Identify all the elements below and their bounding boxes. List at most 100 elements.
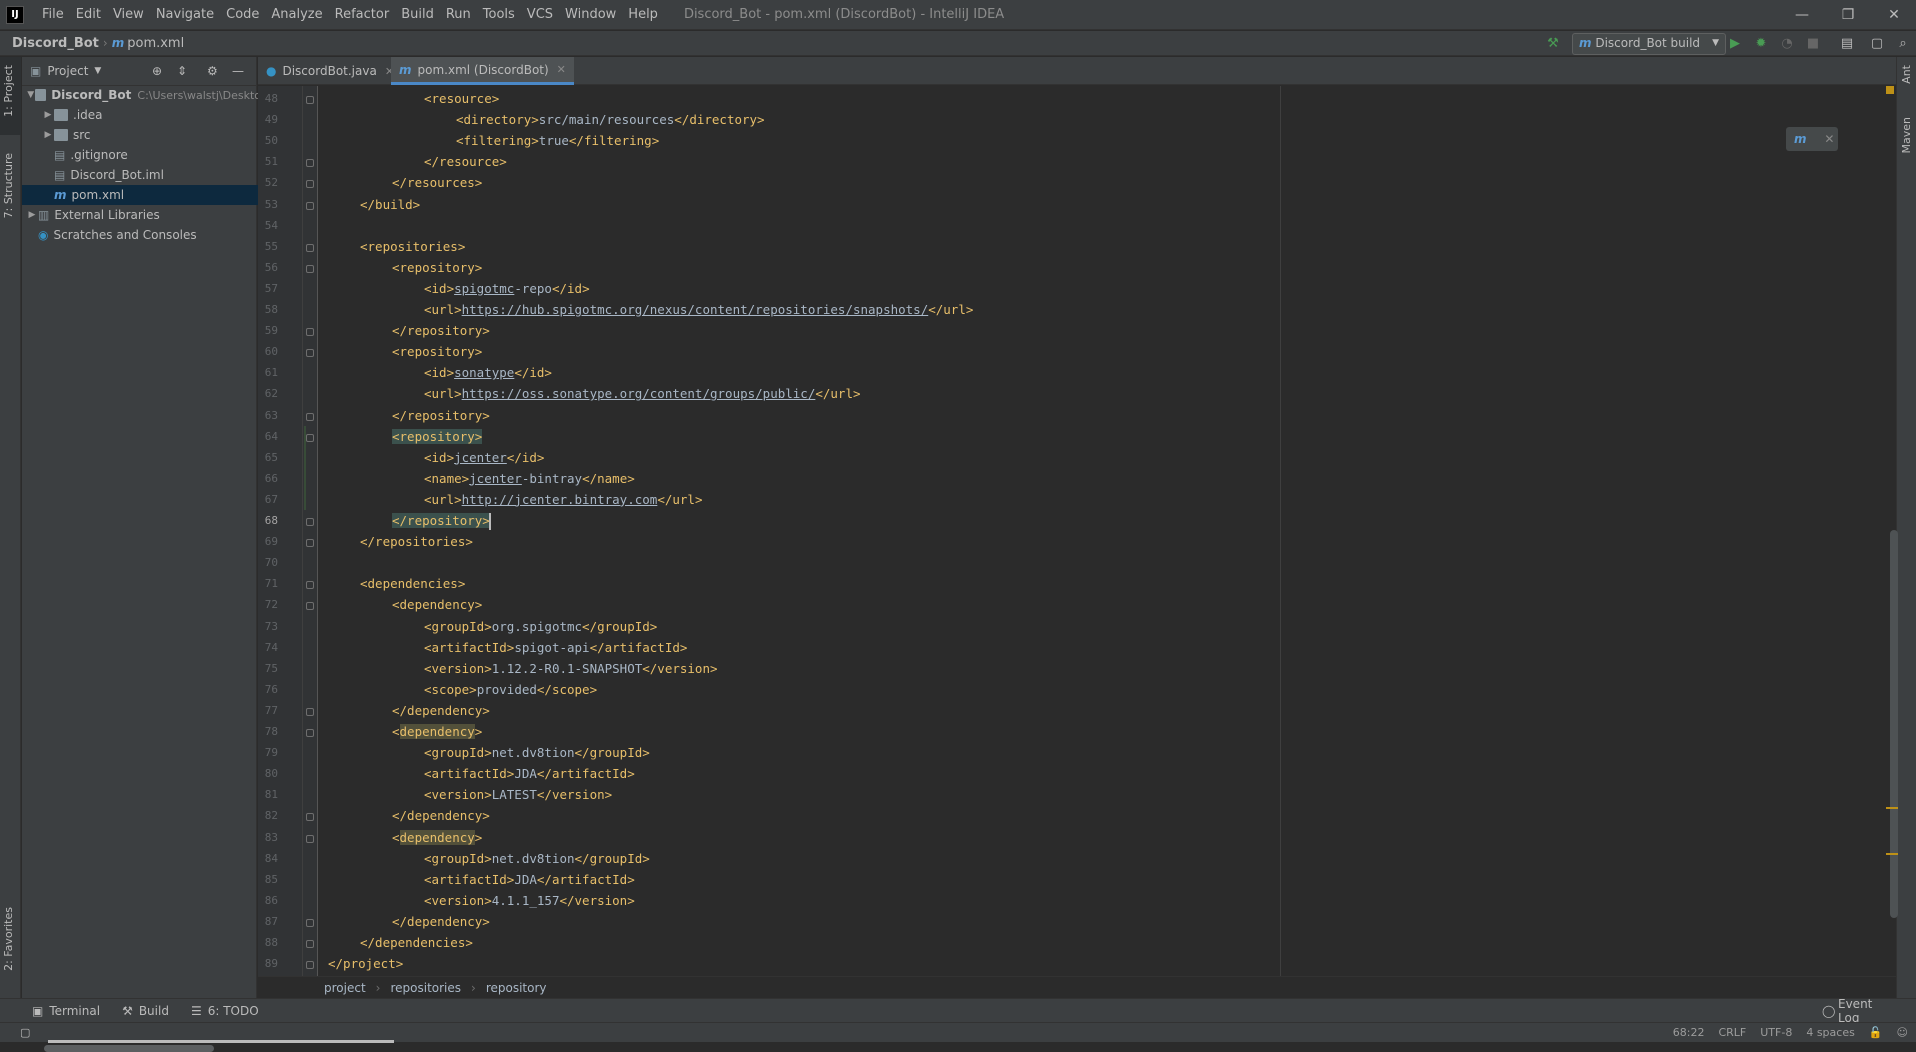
fold-marker-icon[interactable] (306, 729, 314, 737)
code-line[interactable]: <id>jcenter</id> (424, 450, 544, 465)
maven-reload-popup[interactable]: m ✕ (1786, 127, 1838, 151)
locate-file-icon[interactable]: ⊕ (152, 64, 162, 78)
code-line[interactable]: <repository> (392, 260, 482, 275)
code-line[interactable]: </resources> (392, 175, 482, 190)
maven-tool-button[interactable]: Maven (1900, 117, 1913, 153)
code-line[interactable]: </project> (328, 956, 403, 971)
favorites-tool-button[interactable]: 2: Favorites (2, 907, 15, 971)
code-line[interactable]: <scope>provided</scope> (424, 682, 597, 697)
inspector-icon[interactable]: ☺ (1897, 1026, 1908, 1039)
fold-marker-icon[interactable] (306, 961, 314, 970)
code-line[interactable]: <groupId>net.dv8tion</groupId> (424, 851, 650, 866)
code-line[interactable]: </resource> (424, 154, 507, 169)
debug-icon[interactable]: ✹ (1752, 35, 1770, 53)
fold-marker-icon[interactable] (306, 707, 314, 716)
fold-marker-icon[interactable] (306, 243, 314, 252)
run-icon[interactable]: ▶ (1726, 35, 1744, 53)
code-line[interactable]: <dependency> (392, 724, 482, 739)
menu-run[interactable]: Run (440, 7, 477, 22)
code-line[interactable]: <url>https://oss.sonatype.org/content/gr… (424, 386, 861, 401)
menu-navigate[interactable]: Navigate (150, 7, 220, 22)
code-line[interactable]: <dependency> (392, 597, 482, 612)
code-line[interactable]: </build> (360, 197, 420, 212)
fold-marker-icon[interactable] (306, 834, 314, 843)
menu-edit[interactable]: Edit (70, 7, 107, 22)
restore-button[interactable]: ❐ (1826, 0, 1870, 30)
code-line[interactable]: <resource> (424, 91, 499, 106)
build-tool-button[interactable]: Build (139, 1004, 169, 1018)
code-line[interactable]: <groupId>net.dv8tion</groupId> (424, 745, 650, 760)
menu-analyze[interactable]: Analyze (265, 7, 328, 22)
expand-arrow-icon[interactable]: ▶ (42, 130, 54, 140)
warning-indicator-icon[interactable] (1886, 86, 1894, 94)
close-window-button[interactable]: ✕ (1872, 0, 1916, 30)
presentation-mode-icon[interactable]: ▢ (1868, 35, 1886, 53)
run-configuration-select[interactable]: m Discord_Bot build ▼ (1572, 33, 1726, 55)
code-line[interactable]: <version>LATEST</version> (424, 787, 612, 802)
code-line[interactable]: <version>1.12.2-R0.1-SNAPSHOT</version> (424, 661, 718, 676)
code-line[interactable]: <artifactId>JDA</artifactId> (424, 872, 635, 887)
expand-arrow-icon[interactable]: ▶ (26, 210, 38, 220)
chevron-down-icon[interactable]: ▼ (94, 66, 101, 76)
indent-setting[interactable]: 4 spaces (1806, 1026, 1855, 1039)
fold-marker-icon[interactable] (306, 201, 314, 210)
tree-item[interactable]: ◉ Scratches and Consoles (22, 225, 261, 245)
stop-icon[interactable]: ■ (1804, 35, 1822, 53)
code-line[interactable]: <url>http://jcenter.bintray.com</url> (424, 492, 702, 507)
code-line[interactable]: <repository> (392, 344, 482, 359)
fold-marker-icon[interactable] (306, 96, 314, 104)
menu-code[interactable]: Code (220, 7, 265, 22)
expand-arrow-icon[interactable]: ▼ (26, 90, 35, 100)
fold-marker-icon[interactable] (306, 264, 314, 273)
code-line[interactable]: </repositories> (360, 534, 473, 549)
project-tool-button[interactable]: 1: Project (2, 65, 15, 117)
code-line[interactable]: </dependencies> (360, 935, 473, 950)
code-line[interactable]: </repository> (392, 408, 490, 423)
maven-reload-icon[interactable]: m (1794, 132, 1807, 146)
code-line[interactable]: <url>https://hub.spigotmc.org/nexus/cont… (424, 302, 973, 317)
close-popup-icon[interactable]: ✕ (1824, 132, 1834, 146)
caret-position[interactable]: 68:22 (1673, 1026, 1705, 1039)
fold-marker-icon[interactable] (306, 180, 314, 189)
close-tab-icon[interactable]: ✕ (557, 63, 566, 76)
fold-marker-icon[interactable] (306, 539, 314, 548)
code-line[interactable]: </dependency> (392, 808, 490, 823)
nav-crumb-project[interactable]: Discord_Bot (12, 36, 99, 51)
structure-tool-button[interactable]: 7: Structure (2, 153, 15, 218)
editor-vertical-scrollbar[interactable] (1890, 530, 1898, 918)
menu-view[interactable]: View (107, 7, 150, 22)
code-line[interactable]: </dependency> (392, 914, 490, 929)
code-line[interactable]: </repository> (392, 323, 490, 338)
hide-panel-icon[interactable]: — (232, 64, 244, 78)
line-separator[interactable]: CRLF (1718, 1026, 1746, 1039)
menu-help[interactable]: Help (622, 7, 664, 22)
code-editor[interactable]: <resource> <directory>src/main/resources<… (319, 86, 1896, 976)
menu-tools[interactable]: Tools (477, 7, 521, 22)
code-line[interactable]: <dependencies> (360, 576, 465, 591)
breadcrumb-repository[interactable]: repository (486, 981, 547, 995)
fold-marker-icon[interactable] (306, 412, 314, 421)
tree-item[interactable]: ▼ Discord_Bot C:\Users\walstj\Deskto (22, 85, 261, 105)
breadcrumb-project[interactable]: project (324, 981, 366, 995)
menu-window[interactable]: Window (559, 7, 622, 22)
fold-marker-icon[interactable] (306, 813, 314, 822)
search-everywhere-icon[interactable]: ⌕ (1894, 35, 1912, 53)
event-log-button[interactable]: Event Log (1838, 997, 1894, 1025)
menu-file[interactable]: File (36, 7, 70, 22)
menu-refactor[interactable]: Refactor (329, 7, 396, 22)
gear-icon[interactable]: ⚙ (207, 64, 218, 78)
error-stripe-marker[interactable] (1886, 807, 1898, 809)
code-line[interactable]: <version>4.1.1_157</version> (424, 893, 635, 908)
tree-item[interactable]: ▶ src (22, 125, 277, 145)
menu-vcs[interactable]: VCS (521, 7, 559, 22)
fold-marker-icon[interactable] (306, 940, 314, 948)
fold-marker-icon[interactable] (306, 518, 314, 526)
coverage-icon[interactable]: ◔ (1778, 35, 1796, 53)
ant-tool-button[interactable]: Ant (1900, 65, 1913, 84)
code-line[interactable]: <id>spigotmc-repo</id> (424, 281, 590, 296)
code-line[interactable]: <repository> (392, 428, 483, 444)
fold-marker-icon[interactable] (306, 159, 314, 168)
code-line[interactable]: <filtering>true</filtering> (456, 133, 659, 148)
minimize-button[interactable]: — (1780, 0, 1824, 30)
fold-marker-icon[interactable] (306, 349, 314, 358)
